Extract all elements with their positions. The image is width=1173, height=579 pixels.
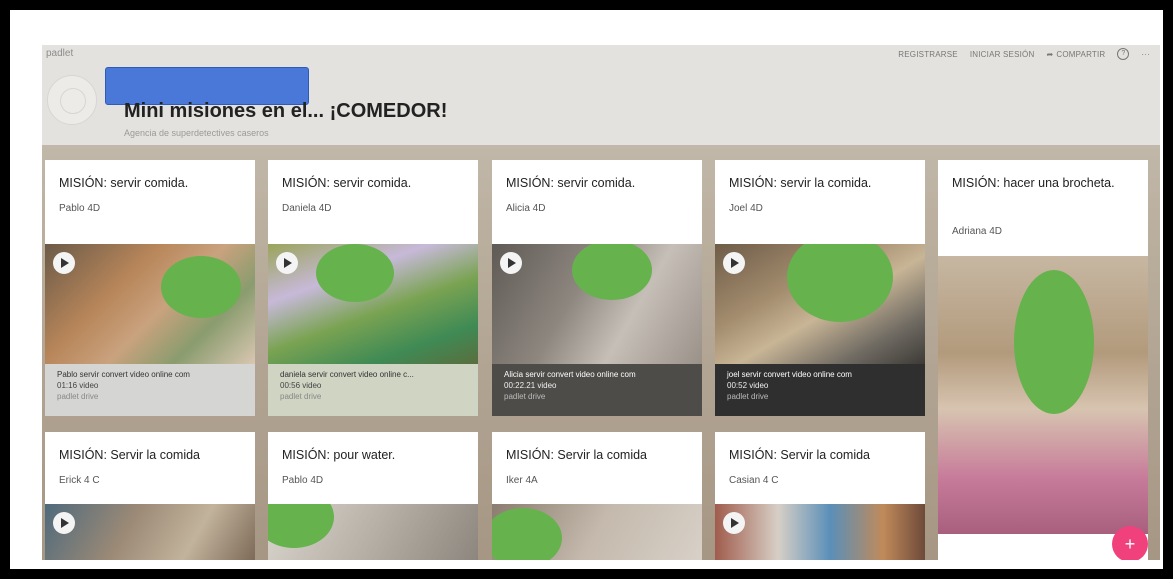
post-card[interactable]: MISIÓN: Servir la comida Erick 4 C [45, 432, 255, 560]
video-duration: 00:56 video [280, 381, 322, 390]
post-title: MISIÓN: Servir la comida [59, 448, 201, 462]
register-link[interactable]: REGISTRARSE [898, 50, 958, 59]
post-author: Pablo 4D [282, 475, 324, 486]
play-icon[interactable] [53, 512, 75, 534]
play-icon[interactable] [723, 512, 745, 534]
post-title: MISIÓN: pour water. [282, 448, 396, 462]
video-caption[interactable]: Pablo servir convert video online com 01… [45, 364, 255, 416]
video-source: padlet drive [504, 392, 546, 401]
play-icon[interactable] [500, 252, 522, 274]
video-thumbnail[interactable] [715, 504, 925, 560]
face-redaction [492, 508, 562, 560]
play-icon[interactable] [723, 252, 745, 274]
video-caption[interactable]: Alicia servir convert video online com 0… [492, 364, 702, 416]
video-source: padlet drive [280, 392, 322, 401]
video-source: padlet drive [727, 392, 769, 401]
face-redaction [572, 244, 652, 300]
share-arrow-icon: ➦ [1046, 49, 1054, 59]
post-card[interactable]: MISIÓN: servir comida. Pablo 4D Pablo se… [45, 160, 255, 416]
post-author: Iker 4A [506, 475, 538, 486]
video-thumbnail[interactable] [715, 244, 925, 364]
video-caption[interactable]: daniela servir convert video online c...… [268, 364, 478, 416]
video-duration: 01:16 video [57, 381, 99, 390]
post-card[interactable]: MISIÓN: pour water. Pablo 4D [268, 432, 478, 560]
board-title: Mini misiones en el... ¡COMEDOR! [124, 100, 448, 122]
face-redaction [161, 256, 241, 318]
face-redaction [787, 244, 893, 322]
video-filename: daniela servir convert video online c... [280, 370, 414, 379]
post-author: Daniela 4D [282, 203, 332, 214]
login-link[interactable]: INICIAR SESIÓN [970, 50, 1035, 59]
post-title: MISIÓN: hacer una brocheta. [952, 176, 1115, 190]
video-thumbnail[interactable] [492, 504, 702, 560]
post-card[interactable]: MISIÓN: hacer una brocheta. Adriana 4D [938, 160, 1148, 560]
video-thumbnail[interactable] [45, 244, 255, 364]
post-title: MISIÓN: Servir la comida [729, 448, 871, 462]
face-redaction [1014, 270, 1094, 414]
post-card[interactable]: MISIÓN: Servir la comida Casian 4 C [715, 432, 925, 560]
board-header: padlet REGISTRARSE INICIAR SESIÓN ➦ COMP… [42, 45, 1160, 145]
padlet-board: padlet REGISTRARSE INICIAR SESIÓN ➦ COMP… [42, 45, 1160, 560]
video-thumbnail[interactable] [45, 504, 255, 560]
post-author: Alicia 4D [506, 203, 546, 214]
share-label: COMPARTIR [1056, 49, 1106, 59]
post-card[interactable]: MISIÓN: Servir la comida Iker 4A [492, 432, 702, 560]
post-author: Pablo 4D [59, 203, 101, 214]
video-source: padlet drive [57, 392, 99, 401]
post-title: MISIÓN: servir comida. [506, 176, 636, 190]
post-author: Adriana 4D [952, 226, 1003, 237]
post-image[interactable] [938, 256, 1148, 534]
post-author: Erick 4 C [59, 475, 100, 486]
play-icon[interactable] [276, 252, 298, 274]
post-title: MISIÓN: servir comida. [59, 176, 189, 190]
video-filename: joel servir convert video online com [727, 370, 852, 379]
face-redaction [268, 504, 334, 548]
video-filename: Alicia servir convert video online com [504, 370, 636, 379]
video-thumbnail[interactable] [492, 244, 702, 364]
video-filename: Pablo servir convert video online com [57, 370, 190, 379]
more-options-icon[interactable]: ··· [1141, 50, 1150, 59]
video-duration: 00:52 video [727, 381, 769, 390]
post-title: MISIÓN: servir comida. [282, 176, 412, 190]
share-button[interactable]: ➦ COMPARTIR [1046, 50, 1105, 59]
post-card[interactable]: MISIÓN: servir comida. Alicia 4D Alicia … [492, 160, 702, 416]
post-author: Casian 4 C [729, 475, 779, 486]
post-author: Joel 4D [729, 203, 763, 214]
post-title: MISIÓN: Servir la comida [506, 448, 648, 462]
post-card[interactable]: MISIÓN: servir comida. Daniela 4D daniel… [268, 160, 478, 416]
screenshot-frame: padlet REGISTRARSE INICIAR SESIÓN ➦ COMP… [10, 10, 1163, 569]
video-duration: 00:22.21 video [504, 381, 557, 390]
add-post-button[interactable]: + [1112, 526, 1148, 560]
padlet-logo[interactable]: padlet [46, 48, 73, 59]
post-card[interactable]: MISIÓN: servir la comida. Joel 4D joel s… [715, 160, 925, 416]
top-nav: REGISTRARSE INICIAR SESIÓN ➦ COMPARTIR ?… [898, 48, 1150, 60]
video-thumbnail[interactable] [268, 244, 478, 364]
board-avatar-plate-icon [47, 75, 97, 125]
face-redaction [316, 244, 394, 302]
video-thumbnail[interactable] [268, 504, 478, 560]
board-subtitle: Agencia de superdetectives caseros [124, 128, 269, 138]
video-caption[interactable]: joel servir convert video online com 00:… [715, 364, 925, 416]
post-title: MISIÓN: servir la comida. [729, 176, 872, 190]
play-icon[interactable] [53, 252, 75, 274]
help-icon[interactable]: ? [1117, 48, 1130, 60]
